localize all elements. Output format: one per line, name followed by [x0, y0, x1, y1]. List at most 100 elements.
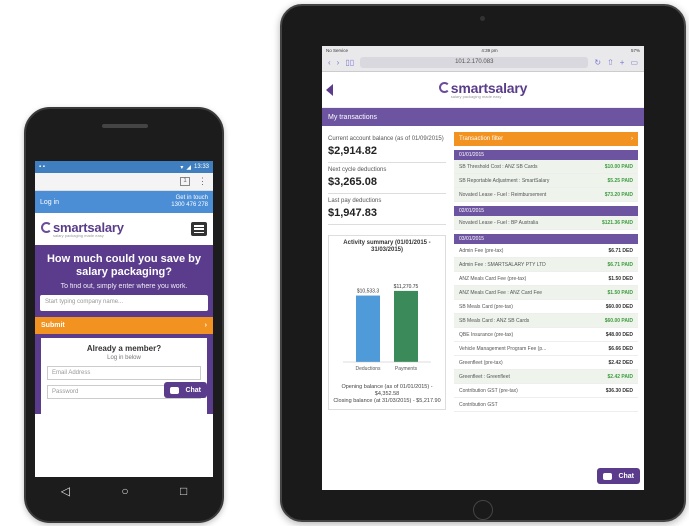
transaction-list: 01/01/2015 SB Threshold Cost : ANZ SB Car…: [454, 150, 638, 412]
reload-icon[interactable]: ↻: [594, 58, 601, 67]
activity-summary-card: Activity summary (01/01/2015 - 31/03/201…: [328, 235, 446, 410]
stat-value: $1,947.83: [328, 207, 377, 219]
activity-bar-chart: $10,533.3 Deductions $11,270.75 Payments: [343, 284, 431, 372]
transaction-row[interactable]: Vehicle Management Program Fee (p... $6.6…: [454, 342, 638, 356]
back-arrow-icon[interactable]: [326, 84, 333, 96]
stat-next-cycle: Next cycle deductions $3,265.08: [328, 163, 446, 194]
transaction-filter-button[interactable]: Transaction filter ›: [454, 132, 638, 146]
new-tab-icon[interactable]: +: [620, 58, 625, 67]
transaction-row[interactable]: Contribution GST: [454, 398, 638, 412]
transaction-row[interactable]: SB Meals Card : ANZ SB Cards $60.00 PAID: [454, 314, 638, 328]
smartsalary-logo[interactable]: smartsalary salary packaging made easy: [41, 221, 124, 238]
transaction-description: Novated Lease - Fuel : BP Australia: [459, 219, 539, 226]
stat-last-pay: Last pay deductions $1,947.83: [328, 194, 446, 225]
transaction-row[interactable]: SB Threshold Cost : ANZ SB Cards $10.00 P…: [454, 160, 638, 174]
transaction-row[interactable]: Contribution GST (pre-tax) $36.30 DED: [454, 384, 638, 398]
transaction-amount: $60.00 DED: [605, 303, 633, 310]
tablet-site-header: smartsalary salary packaging made easy: [322, 72, 644, 108]
transaction-amount: $10.00 PAID: [604, 163, 633, 170]
contact-phone-link[interactable]: 1300 476 278: [171, 202, 208, 208]
tablet-camera: [480, 16, 485, 21]
chevron-right-icon: ›: [204, 322, 207, 329]
phone-status-time: 13:33: [193, 164, 209, 170]
stat-balance: Current account balance (as of 01/09/201…: [328, 132, 446, 163]
transaction-description: SB Threshold Cost : ANZ SB Cards: [459, 163, 538, 170]
hamburger-icon[interactable]: [191, 222, 207, 236]
transaction-row[interactable]: Greenfleet (pre-tax) $2.42 DED: [454, 356, 638, 370]
transaction-amount: $6.71 DED: [608, 247, 633, 254]
transaction-description: Vehicle Management Program Fee (p...: [459, 345, 547, 352]
tablet-logo[interactable]: smartsalary salary packaging made easy: [438, 81, 527, 99]
chat-icon: [603, 472, 613, 480]
tablet-device: No Service 4:39 pm 57% ‹ › ▯▯ 101.2.170.…: [280, 4, 686, 522]
tabs-overview-icon[interactable]: ▭: [630, 58, 638, 67]
overflow-menu-icon[interactable]: ⋮: [198, 176, 207, 187]
transaction-description: Admin Fee (pre-tax): [459, 247, 504, 254]
tablet-chat-button[interactable]: Chat: [597, 468, 640, 484]
transaction-row[interactable]: ANZ Meals Card Fee : ANZ Card Fee $1.50 P…: [454, 286, 638, 300]
transaction-row[interactable]: Admin Fee (pre-tax) $6.71 DED: [454, 244, 638, 258]
transaction-section: 02/01/2015 Novated Lease - Fuel : BP Aust…: [454, 206, 638, 230]
transaction-description: SB Meals Card (pre-tax): [459, 303, 513, 310]
browser-back-icon[interactable]: ‹: [328, 58, 331, 67]
member-login-card: Already a member? Log in below Email Add…: [41, 338, 207, 414]
login-link[interactable]: Log in: [40, 199, 59, 206]
transaction-row[interactable]: QBE Insurance (pre-tax) $48.00 DED: [454, 328, 638, 342]
tablet-screen: No Service 4:39 pm 57% ‹ › ▯▯ 101.2.170.…: [322, 46, 644, 490]
logo-tagline: salary packaging made easy: [53, 232, 104, 238]
transaction-row[interactable]: Admin Fee : SMARTSALARY PTY LTD $6.71 PAI…: [454, 258, 638, 272]
transaction-amount: $2.42 PAID: [607, 373, 633, 380]
address-bar[interactable]: 101.2.170.083: [360, 57, 589, 68]
phone-nav-bar: ◁ ○ □: [35, 477, 213, 505]
transaction-description: SB Reportable Adjustment : SmartSalary: [459, 177, 550, 184]
bookmarks-icon[interactable]: ▯▯: [345, 58, 354, 67]
phone-status-icons: ▾ ◢ 13:33: [180, 164, 209, 171]
hero-title: How much could you save by salary packag…: [46, 253, 202, 278]
transaction-description: ANZ Meals Card Fee (pre-tax): [459, 275, 527, 282]
phone-status-bar: ▪ ▪ ▾ ◢ 13:33: [35, 161, 213, 173]
transaction-row[interactable]: Novated Lease - Fuel : Reimbursement $73.…: [454, 188, 638, 202]
transaction-section: 03/01/2015 Admin Fee (pre-tax) $6.71 DED Ad…: [454, 234, 638, 412]
transactions-body: Current account balance (as of 01/09/201…: [322, 126, 644, 412]
member-title: Already a member?: [86, 344, 162, 353]
share-icon[interactable]: ⇧: [607, 58, 614, 67]
transaction-amount: $1.50 PAID: [607, 289, 633, 296]
filter-label: Transaction filter: [459, 136, 504, 142]
phone-chat-button[interactable]: Chat: [164, 382, 207, 398]
account-summary-column: Current account balance (as of 01/09/201…: [328, 132, 446, 412]
tabs-icon[interactable]: 1: [180, 177, 190, 186]
transactions-column: Transaction filter › 01/01/2015 SB Thresh…: [454, 132, 638, 412]
transaction-row[interactable]: SB Reportable Adjustment : SmartSalary $5…: [454, 174, 638, 188]
recents-nav-icon[interactable]: □: [180, 484, 187, 498]
member-login-section: Already a member? Log in below Email Add…: [35, 334, 213, 414]
logo-text: smartsalary: [53, 219, 124, 235]
email-field[interactable]: Email Address: [47, 366, 201, 380]
home-button[interactable]: [473, 500, 493, 520]
submit-button[interactable]: Submit ›: [35, 317, 213, 334]
home-nav-icon[interactable]: ○: [121, 484, 128, 498]
browser-forward-icon[interactable]: ›: [337, 58, 340, 67]
transaction-row[interactable]: ANZ Meals Card Fee (pre-tax) $1.50 DED: [454, 272, 638, 286]
member-subtitle: Log in below: [107, 355, 141, 361]
chevron-right-icon: ›: [631, 136, 633, 142]
transaction-date-header: 02/01/2015: [454, 206, 638, 216]
phone-device: ▪ ▪ ▾ ◢ 13:33 1 ⋮ Log in Get in touch 13…: [24, 107, 224, 523]
activity-summary-title: Activity summary (01/01/2015 - 31/03/201…: [343, 240, 431, 253]
phone-site-header: smartsalary salary packaging made easy: [35, 213, 213, 245]
transaction-row[interactable]: Greenfleet : Greenfleet $2.42 PAID: [454, 370, 638, 384]
transaction-description: Novated Lease - Fuel : Reimbursement: [459, 191, 547, 198]
phone-speaker: [102, 124, 148, 128]
signal-icon: ◢: [186, 164, 191, 171]
transaction-amount: $1.50 DED: [608, 275, 633, 282]
phone-screen: ▪ ▪ ▾ ◢ 13:33 1 ⋮ Log in Get in touch 13…: [35, 161, 213, 477]
company-search-input[interactable]: Start typing company name...: [40, 295, 208, 311]
stat-label: Last pay deductions: [328, 198, 382, 204]
transaction-row[interactable]: Novated Lease - Fuel : BP Australia $121.…: [454, 216, 638, 230]
stat-value: $3,265.08: [328, 176, 377, 188]
transaction-row[interactable]: SB Meals Card (pre-tax) $60.00 DED: [454, 300, 638, 314]
logo-swoosh-icon: [438, 82, 450, 93]
phone-notification-icon: ▪ ▪: [39, 164, 45, 170]
transaction-description: QBE Insurance (pre-tax): [459, 331, 514, 338]
transaction-amount: $36.30 DED: [605, 387, 633, 394]
back-nav-icon[interactable]: ◁: [61, 484, 70, 498]
